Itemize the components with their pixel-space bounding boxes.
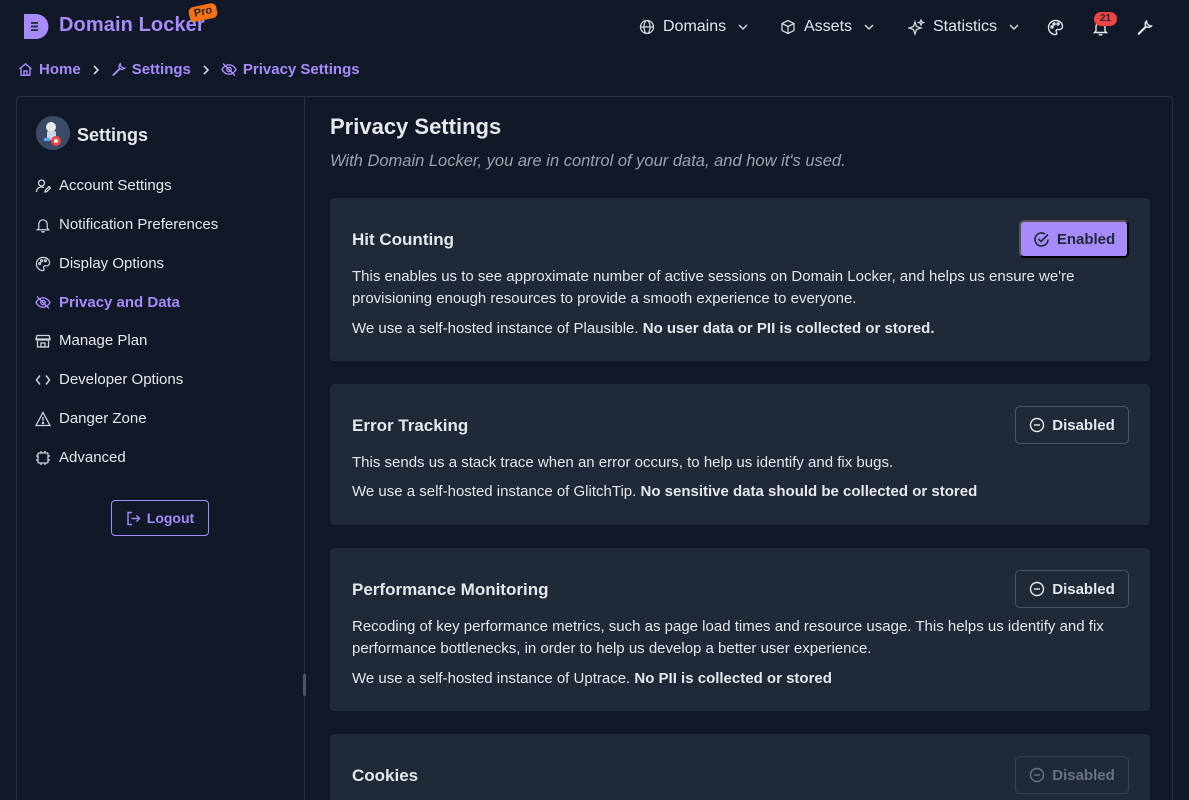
logout-label: Logout: [146, 510, 195, 526]
sidebar-item-label: Developer Options: [59, 371, 184, 388]
resize-handle[interactable]: [303, 674, 306, 696]
card-title: Cookies: [352, 766, 419, 785]
domain-locker-logo[interactable]: [22, 12, 49, 41]
page-subtitle: With Domain Locker, you are in control o…: [330, 152, 846, 170]
nav-statistics-label: Statistics: [933, 18, 998, 35]
breadcrumb-privacy-label: Privacy Settings: [242, 61, 360, 78]
card-note-bold: No user data or PII is collected or stor…: [642, 320, 935, 337]
breadcrumb-home-label: Home: [39, 61, 81, 78]
wrench-icon[interactable]: [1136, 19, 1153, 36]
status-label: Disabled: [1052, 766, 1115, 784]
sidebar-item-label: Manage Plan: [59, 332, 148, 349]
status-label: Disabled: [1052, 416, 1115, 434]
card-note-text: We use a self-hosted instance of GlitchT…: [352, 483, 637, 500]
card-description: This sends us a stack trace when an erro…: [352, 454, 894, 471]
error-tracking-toggle-button[interactable]: Disabled: [1015, 406, 1129, 444]
brand-name[interactable]: Domain Locker: [59, 14, 205, 37]
page-title: Privacy Settings: [330, 114, 502, 139]
card-note-bold: No PII is collected or stored: [634, 670, 832, 687]
breadcrumb-privacy-settings[interactable]: Privacy Settings: [221, 61, 360, 78]
card-hit-counting: Hit Counting Enabled This enables us to …: [330, 198, 1150, 361]
nav-domains[interactable]: Domains: [639, 18, 749, 36]
breadcrumb-home[interactable]: Home: [18, 61, 81, 78]
sidebar-item-account-settings[interactable]: Account Settings: [35, 177, 172, 194]
bell-icon: [35, 217, 51, 233]
palette-icon: [35, 256, 51, 272]
sidebar-item-advanced[interactable]: Advanced: [35, 449, 126, 466]
card-performance-monitoring: Performance Monitoring Disabled Recoding…: [330, 548, 1150, 711]
wrench-icon: [111, 62, 126, 77]
shop-icon: [35, 333, 51, 349]
user-edit-icon: [35, 178, 51, 194]
minus-circle-icon: [1029, 581, 1045, 597]
code-icon: [35, 372, 51, 388]
card-note: We use a self-hosted instance of Uptrace…: [352, 668, 1112, 690]
top-header: Domain Locker Pro Domains Assets Statist…: [0, 0, 1189, 56]
chevron-right-icon: [91, 64, 101, 76]
warning-icon: [35, 410, 51, 427]
eye-slash-icon: [221, 62, 237, 77]
card-title: Hit Counting: [352, 230, 454, 249]
settings-sidebar: Settings Account Settings Notification P…: [17, 97, 306, 800]
sidebar-item-developer-options[interactable]: Developer Options: [35, 371, 183, 388]
chevron-down-icon: [863, 21, 875, 33]
sidebar-item-display-options[interactable]: Display Options: [35, 255, 164, 272]
sidebar-item-label: Privacy and Data: [59, 294, 180, 311]
sign-out-icon: [126, 511, 141, 526]
sidebar-item-label: Account Settings: [59, 177, 172, 194]
sidebar-item-privacy-and-data[interactable]: Privacy and Data: [35, 294, 180, 311]
avatar: [36, 116, 70, 150]
card-title: Error Tracking: [352, 416, 469, 435]
status-label: Enabled: [1056, 230, 1116, 248]
breadcrumb: Home Settings Privacy Settings: [18, 61, 360, 78]
card-note-bold: No sensitive data should be collected or…: [640, 483, 978, 500]
sidebar-title: Settings: [77, 125, 149, 145]
sidebar-item-danger-zone[interactable]: Danger Zone: [35, 410, 147, 427]
chevron-right-icon: [201, 64, 211, 76]
breadcrumb-settings-label: Settings: [131, 61, 191, 78]
breadcrumb-settings[interactable]: Settings: [111, 61, 191, 78]
card-note: We use a self-hosted instance of GlitchT…: [352, 481, 1112, 503]
sidebar-item-label: Display Options: [59, 255, 165, 272]
minus-circle-icon: [1029, 767, 1045, 783]
chevron-down-icon: [1008, 21, 1020, 33]
notification-count-badge: 21: [1094, 12, 1118, 26]
sparkle-icon: [908, 18, 925, 36]
globe-icon: [639, 19, 655, 35]
card-cookies: Cookies Disabled: [330, 734, 1150, 800]
nav-assets-label: Assets: [804, 18, 853, 35]
card-title: Performance Monitoring: [352, 580, 549, 599]
sidebar-item-label: Notification Preferences: [59, 216, 219, 233]
performance-monitoring-toggle-button[interactable]: Disabled: [1015, 570, 1129, 608]
chevron-down-icon: [737, 21, 749, 33]
card-note-text: We use a self-hosted instance of Plausib…: [352, 320, 639, 337]
cookies-toggle-button[interactable]: Disabled: [1015, 756, 1129, 794]
check-circle-icon: [1033, 231, 1050, 248]
nav-domains-label: Domains: [663, 18, 727, 35]
card-note: We use a self-hosted instance of Plausib…: [352, 318, 1112, 340]
eye-slash-icon: [35, 295, 51, 310]
palette-icon[interactable]: [1047, 19, 1064, 36]
settings-container: Settings Account Settings Notification P…: [16, 96, 1173, 800]
sidebar-item-manage-plan[interactable]: Manage Plan: [35, 332, 147, 349]
status-label: Disabled: [1052, 580, 1115, 598]
sidebar-item-label: Danger Zone: [59, 410, 147, 427]
logout-button[interactable]: Logout: [111, 500, 209, 536]
sidebar-item-notification-preferences[interactable]: Notification Preferences: [35, 216, 218, 233]
sidebar-item-label: Advanced: [59, 449, 126, 466]
minus-circle-icon: [1029, 417, 1045, 433]
hit-counting-toggle-button[interactable]: Enabled: [1019, 220, 1129, 258]
card-description: Recoding of key performance metrics, suc…: [352, 618, 1104, 657]
card-note-text: We use a self-hosted instance of Uptrace…: [352, 670, 631, 687]
chip-icon: [35, 450, 51, 466]
box-icon: [780, 19, 796, 35]
card-error-tracking: Error Tracking Disabled This sends us a …: [330, 384, 1150, 525]
card-description: This enables us to see approximate numbe…: [352, 268, 1075, 307]
pro-badge: Pro: [187, 2, 219, 23]
nav-assets[interactable]: Assets: [780, 18, 875, 36]
home-icon: [18, 62, 33, 77]
nav-statistics[interactable]: Statistics: [908, 18, 1020, 36]
